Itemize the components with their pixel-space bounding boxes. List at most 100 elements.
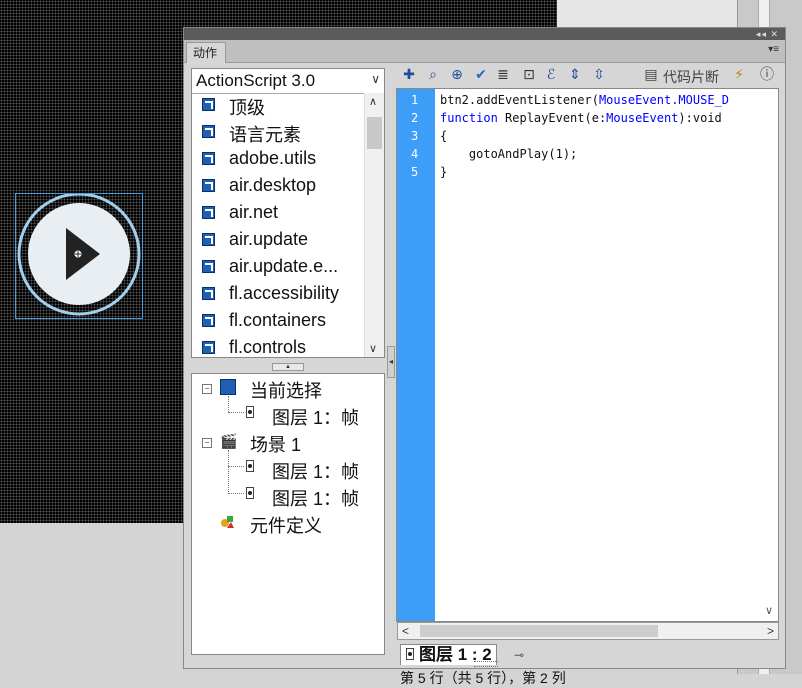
- package-icon: [202, 260, 215, 273]
- code-token: ):void: [678, 111, 722, 125]
- tree-connector: [228, 493, 244, 494]
- code-line: gotoAndPlay(1);: [440, 147, 578, 161]
- line-number: 2: [411, 111, 419, 125]
- list-item[interactable]: air.update.e...: [192, 255, 364, 282]
- code-token: function: [440, 111, 498, 125]
- script-toolbar: ✚ ⌕ ⊕ ✔ ≣ ⊡ ℰ ⇕ ⇳ ▤ 代码片断 ⚡ ⓘ: [397, 62, 785, 88]
- code-hint-icon[interactable]: ⊡: [521, 66, 537, 82]
- frame-icon: [406, 648, 414, 660]
- code-token: ReplayEvent(e:: [497, 111, 607, 125]
- resize-grip[interactable]: [474, 661, 498, 667]
- panel-menu-icon[interactable]: ▾≡: [768, 44, 779, 55]
- panel-tab-row: 动作 ▾≡: [184, 40, 785, 63]
- list-item[interactable]: 顶级: [192, 93, 364, 120]
- chevron-down-icon[interactable]: ∨: [765, 604, 773, 617]
- line-number: 1: [411, 93, 419, 107]
- check-syntax-icon[interactable]: ✔: [473, 66, 489, 82]
- script-version-select[interactable]: ActionScript 3.0 ∨: [192, 69, 384, 94]
- frame-icon: [246, 460, 254, 472]
- scrollbar-thumb[interactable]: [367, 117, 382, 149]
- actions-toolbox: ActionScript 3.0 ∨ 顶级 语言元素 adobe.utils a…: [191, 68, 385, 358]
- package-icon: [202, 125, 215, 138]
- list-item[interactable]: fl.containers: [192, 309, 364, 336]
- pin-icon[interactable]: ⊸: [514, 648, 524, 662]
- code-token: .MOUSE_D: [671, 93, 729, 107]
- list-item[interactable]: 语言元素: [192, 120, 364, 147]
- editor-vertical-scrollbar[interactable]: ∨: [761, 89, 778, 621]
- double-chevron-icon[interactable]: ◂◂ ✕: [756, 28, 779, 40]
- chevron-left-icon[interactable]: <: [402, 624, 409, 638]
- code-line: }: [440, 165, 448, 179]
- collapse-selection-icon[interactable]: ⇳: [591, 66, 607, 82]
- package-icon: [202, 314, 215, 327]
- stage-margin: [557, 0, 737, 30]
- chevron-down-icon[interactable]: ∨: [369, 342, 377, 355]
- help-icon[interactable]: ⓘ: [759, 66, 775, 82]
- code-editor[interactable]: 1 2 3 4 5 btn2.addEventListener(MouseEve…: [396, 88, 779, 622]
- chevron-down-icon[interactable]: ∨: [371, 72, 380, 86]
- package-icon: [202, 233, 215, 246]
- tree-connector: [228, 412, 244, 413]
- list-item[interactable]: air.desktop: [192, 174, 364, 201]
- code-line: {: [440, 129, 448, 143]
- package-icon: [202, 98, 215, 111]
- list-item[interactable]: air.net: [192, 201, 364, 228]
- collapse-toggle-icon[interactable]: −: [202, 438, 212, 448]
- line-number: 3: [411, 129, 419, 143]
- actions-panel: ◂◂ ✕ 动作 ▾≡ ActionScript 3.0 ∨ 顶级 语言元素 ad…: [183, 27, 786, 686]
- package-icon: [202, 152, 215, 165]
- line-number: 5: [411, 165, 419, 179]
- collapse-between-braces-icon[interactable]: ⇕: [567, 66, 583, 82]
- pane-splitter-handle[interactable]: ▲: [272, 363, 304, 371]
- code-token: MouseEvent: [606, 111, 679, 125]
- package-icon: [202, 341, 215, 354]
- wizard-icon[interactable]: ⚡: [731, 66, 747, 82]
- frame-icon: [246, 487, 254, 499]
- auto-format-icon[interactable]: ≣: [495, 66, 511, 82]
- code-line: btn2.addEventListener(MouseEvent.MOUSE_D: [440, 93, 729, 107]
- script-version-value: ActionScript 3.0: [196, 71, 316, 90]
- tree-connector: [228, 396, 229, 412]
- line-number: 4: [411, 147, 419, 161]
- tree-item-scene-frame[interactable]: 图层 1：帧: [272, 458, 359, 484]
- code-snippets-icon[interactable]: ▤: [643, 66, 659, 82]
- tab-actions[interactable]: 动作: [186, 42, 227, 63]
- symbol-definitions-icon: [220, 514, 235, 529]
- line-number-gutter: 1 2 3 4 5: [397, 89, 435, 621]
- frame-icon: [246, 406, 254, 418]
- status-bar-text: 第 5 行（共 5 行），第 2 列: [400, 670, 566, 686]
- target-icon[interactable]: ⊕: [449, 66, 465, 82]
- list-item[interactable]: adobe.utils: [192, 147, 364, 174]
- package-list-scrollbar[interactable]: ∧ ∨: [364, 93, 384, 357]
- code-line: function ReplayEvent(e:MouseEvent):void: [440, 111, 722, 125]
- tree-item-scene-frame[interactable]: 图层 1：帧: [272, 485, 359, 511]
- editor-horizontal-scrollbar[interactable]: < >: [397, 622, 779, 640]
- scrollbar-thumb[interactable]: [420, 625, 658, 637]
- tree-item-scene[interactable]: 场景 1: [250, 431, 301, 457]
- list-item[interactable]: fl.controls: [192, 336, 364, 357]
- script-navigator: − 当前选择 图层 1：帧 − 🎬 场景 1 图层 1：帧 图层 1：帧 元件定…: [191, 373, 385, 655]
- find-icon[interactable]: ⌕: [425, 66, 441, 82]
- list-item[interactable]: fl.accessibility: [192, 282, 364, 309]
- add-script-icon[interactable]: ✚: [401, 66, 417, 82]
- code-token: MouseEvent: [598, 93, 672, 107]
- tree-item-current-selection[interactable]: 当前选择: [250, 377, 322, 403]
- selection-bounding-box: [15, 193, 143, 319]
- code-token: btn2.addEventListener(: [440, 93, 599, 107]
- list-item[interactable]: air.update: [192, 228, 364, 255]
- package-list: 顶级 语言元素 adobe.utils air.desktop air.net …: [192, 93, 364, 357]
- panel-titlebar[interactable]: ◂◂ ✕: [184, 28, 785, 40]
- debug-icon[interactable]: ℰ: [543, 66, 559, 82]
- code-snippets-button[interactable]: 代码片断: [663, 67, 719, 87]
- package-icon: [202, 206, 215, 219]
- package-icon: [202, 287, 215, 300]
- scene-icon: 🎬: [220, 433, 238, 449]
- tree-item-current-frame[interactable]: 图层 1：帧: [272, 404, 359, 430]
- selection-icon: [220, 379, 236, 395]
- toolbox-collapse-handle[interactable]: ◂: [387, 346, 395, 378]
- tree-item-symbol-definitions[interactable]: 元件定义: [250, 512, 322, 538]
- chevron-up-icon[interactable]: ∧: [369, 95, 377, 108]
- package-icon: [202, 179, 215, 192]
- collapse-toggle-icon[interactable]: −: [202, 384, 212, 394]
- chevron-right-icon[interactable]: >: [767, 624, 774, 638]
